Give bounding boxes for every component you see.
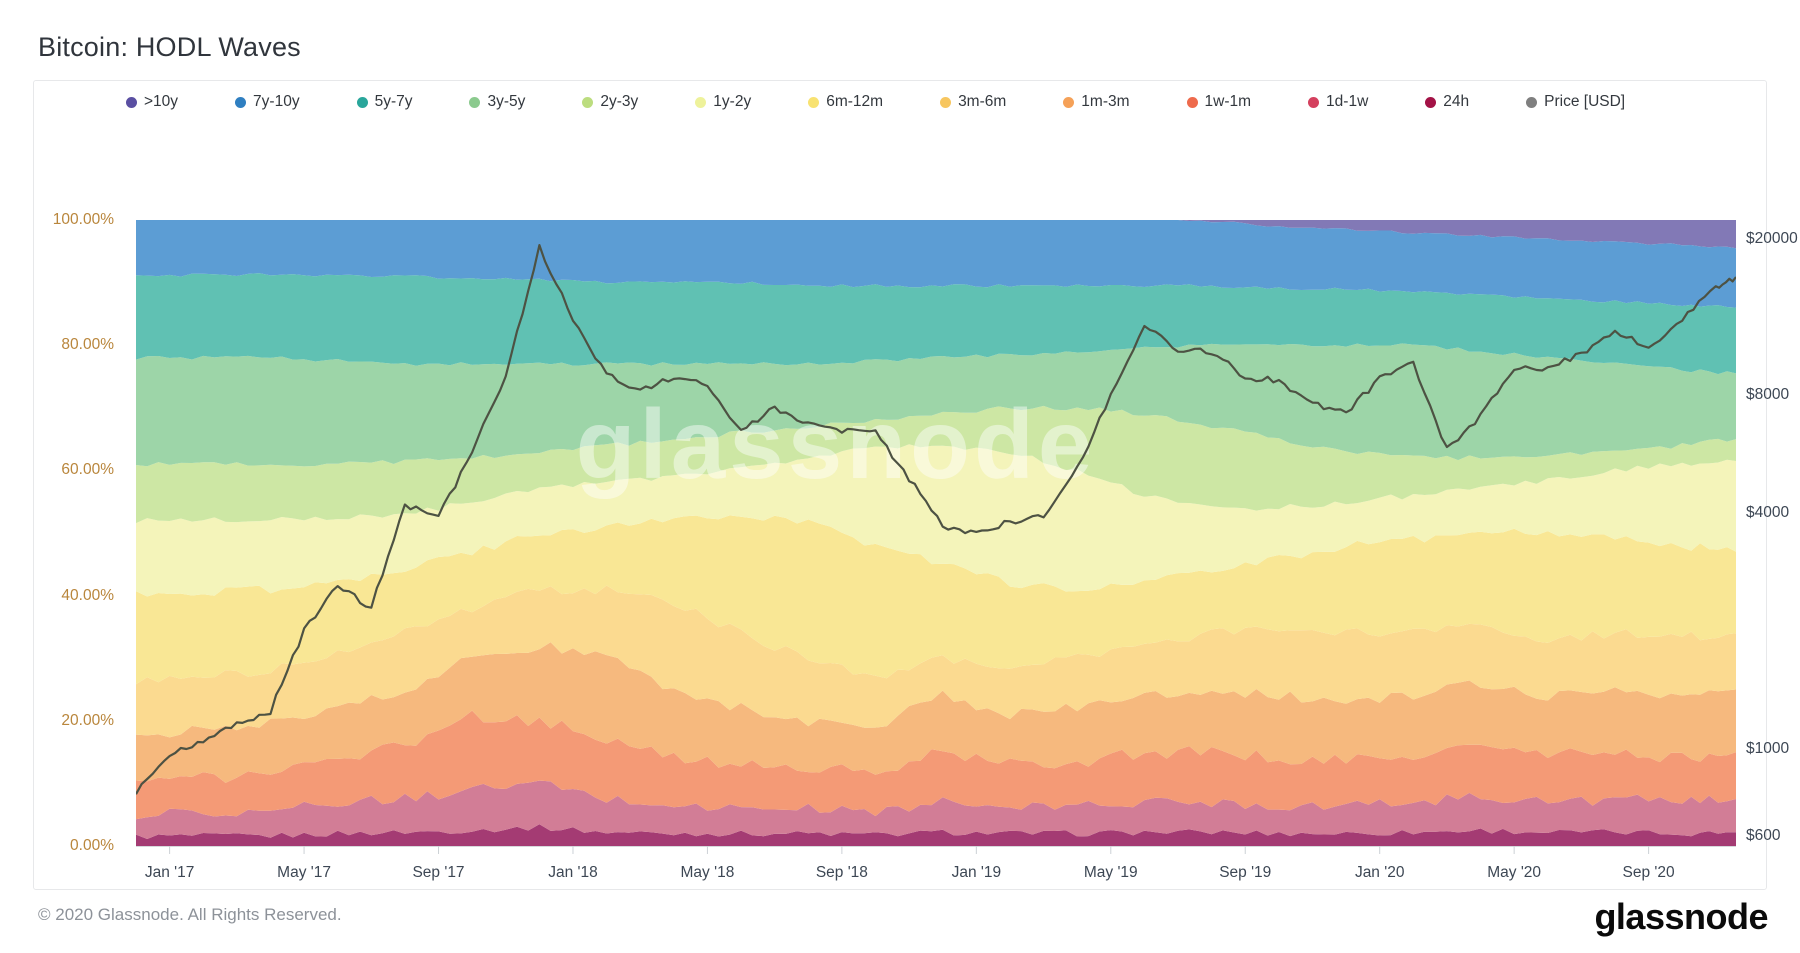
legend-item-5y-7y[interactable]: 5y-7y [357, 93, 413, 111]
legend-item-price-usd-[interactable]: Price [USD] [1526, 93, 1625, 111]
legend-item-6m-12m[interactable]: 6m-12m [808, 93, 883, 111]
legend-item-7y-10y[interactable]: 7y-10y [235, 93, 300, 111]
y-axis-right-label: $8000 [1746, 386, 1789, 404]
x-axis-label: Jan '19 [952, 864, 1002, 882]
legend-label: 7y-10y [253, 93, 300, 111]
legend-dot-icon [1308, 97, 1319, 108]
x-axis-label: Jan '18 [548, 864, 598, 882]
legend-label: 1w-1m [1205, 93, 1252, 111]
legend-dot-icon [1063, 97, 1074, 108]
legend-label: 5y-7y [375, 93, 413, 111]
legend-dot-icon [235, 97, 246, 108]
y-axis-left-label: 100.00% [53, 211, 114, 229]
legend-dot-icon [126, 97, 137, 108]
legend-label: >10y [144, 93, 178, 111]
legend-dot-icon [469, 97, 480, 108]
legend-label: 1y-2y [713, 93, 751, 111]
legend-dot-icon [1526, 97, 1537, 108]
legend-label: 3y-5y [487, 93, 525, 111]
x-axis-label: Jan '17 [145, 864, 195, 882]
legend-item-3y-5y[interactable]: 3y-5y [469, 93, 525, 111]
y-axis-right-label: $600 [1746, 827, 1780, 845]
hodl-chart-svg: glassnode [136, 220, 1736, 860]
chart-panel: >10y 7y-10y 5y-7y 3y-5y 2y-3y 1y-2y 6m-12m 3m-6… [33, 80, 1767, 890]
y-axis-left-label: 60.00% [61, 461, 114, 479]
copyright-text: © 2020 Glassnode. All Rights Reserved. [38, 905, 342, 925]
plot-area: glassnode [136, 220, 1736, 860]
legend-item-3m-6m[interactable]: 3m-6m [940, 93, 1006, 111]
y-axis-left-label: 80.00% [61, 336, 114, 354]
y-axis-right: $20000 $8000 $4000 $1000 $600 [1746, 220, 1800, 846]
x-axis-label: Sep '20 [1623, 864, 1675, 882]
x-axis-label: Sep '17 [412, 864, 464, 882]
y-axis-left-label: 20.00% [61, 712, 114, 730]
x-axis-label: May '17 [277, 864, 331, 882]
legend-label: Price [USD] [1544, 93, 1625, 111]
legend-label: 6m-12m [826, 93, 883, 111]
y-axis-left: 100.00%80.00%60.00%40.00%20.00%0.00% [34, 220, 126, 846]
y-axis-left-label: 40.00% [61, 587, 114, 605]
legend-label: 3m-6m [958, 93, 1006, 111]
x-axis-label: Jan '20 [1355, 864, 1405, 882]
legend-dot-icon [808, 97, 819, 108]
x-axis-label: May '19 [1084, 864, 1138, 882]
legend-item-1d-1w[interactable]: 1d-1w [1308, 93, 1368, 111]
y-axis-right-label: $4000 [1746, 504, 1789, 522]
y-axis-left-label: 0.00% [70, 837, 114, 855]
x-axis-label: May '18 [681, 864, 735, 882]
legend-label: 24h [1443, 93, 1469, 111]
legend-dot-icon [357, 97, 368, 108]
legend-item-2y-3y[interactable]: 2y-3y [582, 93, 638, 111]
legend-dot-icon [582, 97, 593, 108]
legend-dot-icon [1187, 97, 1198, 108]
glassnode-logo[interactable]: glassnode [1594, 896, 1768, 938]
legend-label: 2y-3y [600, 93, 638, 111]
x-axis: Jan '17 May '17 Sep '17 Jan '18 May '18 Sep '… [136, 860, 1736, 884]
legend-dot-icon [695, 97, 706, 108]
x-axis-label: Sep '18 [816, 864, 868, 882]
y-axis-right-label: $20000 [1746, 230, 1798, 248]
x-axis-label: Sep '19 [1219, 864, 1271, 882]
legend-item--10y[interactable]: >10y [126, 93, 178, 111]
watermark-text: glassnode [576, 389, 1097, 499]
legend-item-24h[interactable]: 24h [1425, 93, 1469, 111]
page-title: Bitcoin: HODL Waves [38, 32, 301, 63]
legend-dot-icon [1425, 97, 1436, 108]
y-axis-right-label: $1000 [1746, 740, 1789, 758]
legend-item-1y-2y[interactable]: 1y-2y [695, 93, 751, 111]
legend-label: 1m-3m [1081, 93, 1129, 111]
chart-legend: >10y 7y-10y 5y-7y 3y-5y 2y-3y 1y-2y 6m-12m 3m-6… [126, 93, 1736, 111]
legend-item-1m-3m[interactable]: 1m-3m [1063, 93, 1129, 111]
legend-item-1w-1m[interactable]: 1w-1m [1187, 93, 1252, 111]
legend-dot-icon [940, 97, 951, 108]
legend-label: 1d-1w [1326, 93, 1368, 111]
x-axis-label: May '20 [1487, 864, 1541, 882]
